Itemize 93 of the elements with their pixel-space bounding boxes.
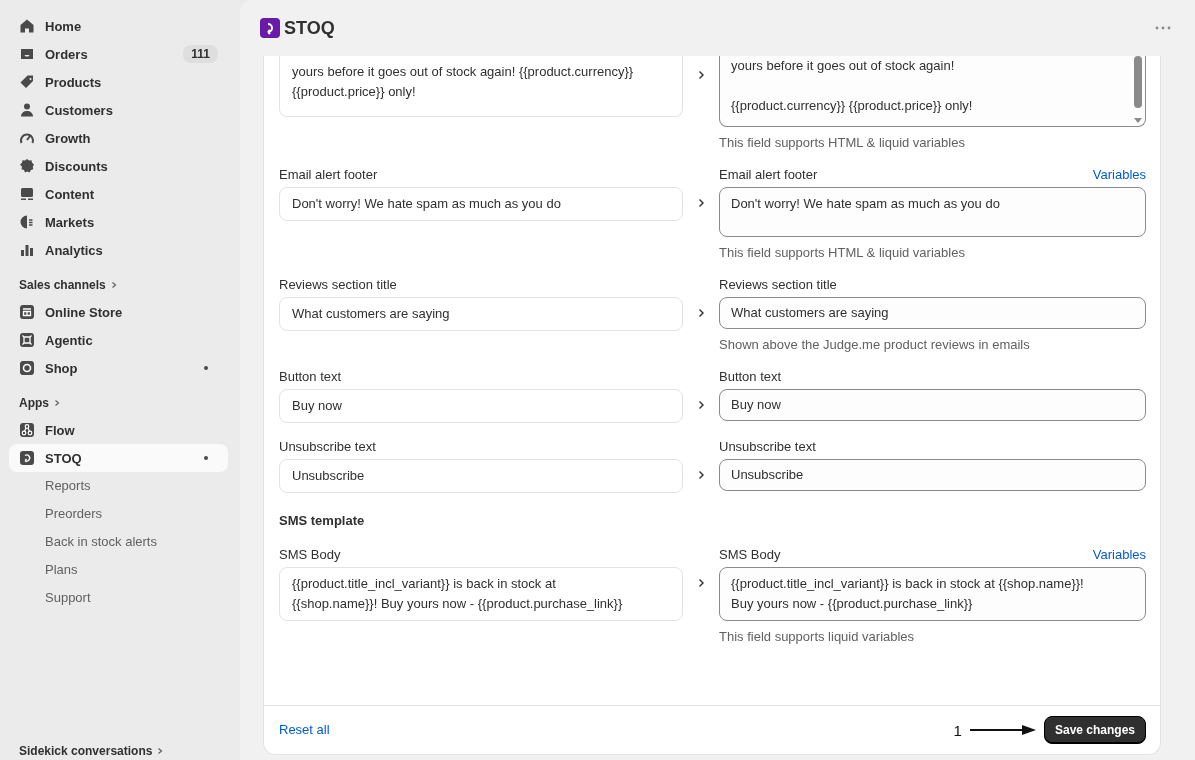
nav-item[interactable]: Growth xyxy=(9,124,228,152)
chevron-icon[interactable] xyxy=(696,400,706,410)
field-label: Email alert footer xyxy=(719,166,818,184)
app-title: STOQ xyxy=(284,17,336,39)
nav-item[interactable]: Home xyxy=(9,12,228,40)
globe-icon xyxy=(19,214,35,230)
sub-nav-item[interactable]: Plans xyxy=(9,556,228,584)
nav-item[interactable]: Analytics xyxy=(9,236,228,264)
field-label: SMS Body xyxy=(279,546,342,564)
nav-item[interactable]: Customers xyxy=(9,96,228,124)
help-text: This field supports liquid variables xyxy=(719,629,916,645)
scrollbar[interactable] xyxy=(1133,56,1143,124)
scroll-down-icon[interactable] xyxy=(1134,118,1142,124)
section-heading[interactable]: Apps xyxy=(9,382,228,416)
help-text: This field supports HTML & liquid variables xyxy=(719,135,966,151)
chevron-icon[interactable] xyxy=(696,578,706,588)
nav-label: Markets xyxy=(45,214,96,230)
field-label: Email alert footer xyxy=(279,166,379,184)
tag-icon xyxy=(19,74,35,90)
input-field[interactable]: Unsubscribe xyxy=(719,459,1146,491)
variables-link[interactable]: Variables xyxy=(1092,545,1146,567)
nav-item[interactable]: Content xyxy=(9,180,228,208)
image-icon xyxy=(19,186,35,202)
help-text: Shown above the Judge.me product reviews in emails xyxy=(719,337,1031,353)
nav-item[interactable]: Products xyxy=(9,68,228,96)
nav-label: Agentic xyxy=(45,332,94,348)
field-label: Unsubscribe text xyxy=(279,438,377,456)
input-field[interactable]: yours before it goes out of stock again! {{product.currency}} {{product.price}} only! xyxy=(719,56,1146,127)
input-field[interactable]: yours before it goes out of stock again! {{product.currency}} {{product.price}} only! xyxy=(279,56,683,117)
chevron-icon xyxy=(156,747,165,755)
field-label: Reviews section title xyxy=(719,276,837,294)
app-icon xyxy=(19,450,35,466)
input-field[interactable]: {{product.title_incl_variant}} is back in stock at {{shop.name}}! Buy yours now - {{product.purchase_link}} xyxy=(279,567,683,621)
flow-icon xyxy=(19,422,35,438)
input-field[interactable]: {{product.title_incl_variant}} is back in stock at {{shop.name}}! Buy yours now - {{product.purchase_link}} xyxy=(719,567,1146,621)
chevron-icon xyxy=(53,399,61,407)
chevron-icon[interactable] xyxy=(696,198,706,208)
section-heading[interactable]: Sidekick conversations xyxy=(9,744,228,760)
section-heading[interactable]: Sales channels xyxy=(9,264,228,298)
input-field[interactable]: What customers are saying xyxy=(719,297,1146,329)
nav-label: Products xyxy=(45,74,103,90)
chevron-icon xyxy=(109,281,118,289)
nav-item[interactable]: Online Store xyxy=(9,298,228,326)
section-title: SMS template xyxy=(279,512,366,530)
chevron-icon[interactable] xyxy=(696,70,706,80)
sub-nav-item[interactable]: Support xyxy=(9,584,228,612)
field-label: Unsubscribe text xyxy=(719,438,816,456)
nav-label: Customers xyxy=(45,102,114,118)
nav-label: Content xyxy=(45,186,96,202)
nav-item[interactable]: Flow xyxy=(9,416,228,444)
nav-label: Analytics xyxy=(45,242,104,258)
nav-label: Discounts xyxy=(45,158,109,174)
field-label: Button text xyxy=(279,368,343,386)
save-button[interactable]: Save changes xyxy=(1043,716,1146,744)
input-field[interactable]: Buy now xyxy=(279,389,683,423)
tray-icon xyxy=(19,46,35,62)
bar-chart-icon xyxy=(19,242,35,258)
reset-link[interactable]: Reset all xyxy=(279,720,330,740)
sub-nav-item[interactable]: Preorders xyxy=(9,500,228,528)
chevron-icon[interactable] xyxy=(696,470,706,480)
nav-item[interactable]: Markets xyxy=(9,208,228,236)
field-label: Reviews section title xyxy=(279,276,398,294)
person-icon xyxy=(19,102,35,118)
nav-item[interactable]: Shop xyxy=(9,354,228,382)
chevron-icon[interactable] xyxy=(696,308,706,318)
nav-label: Orders xyxy=(45,46,89,62)
nav-label: Flow xyxy=(45,422,76,438)
help-text: This field supports HTML & liquid variables xyxy=(719,245,966,261)
field-label: SMS Body xyxy=(719,546,781,564)
nav-item[interactable]: Orders 111 xyxy=(9,40,228,68)
variables-link[interactable]: Variables xyxy=(1092,165,1146,187)
input-field[interactable]: Unsubscribe xyxy=(279,459,683,493)
nav-label: Shop xyxy=(45,360,79,376)
nav-item[interactable]: Discounts xyxy=(9,152,228,180)
app-logo-icon xyxy=(260,18,280,38)
sub-nav-item[interactable]: Back in stock alerts xyxy=(9,528,228,556)
input-field[interactable]: Don't worry! We hate spam as much as you do xyxy=(719,187,1146,237)
input-field[interactable]: Buy now xyxy=(719,389,1146,421)
nav-label: Home xyxy=(45,18,83,34)
sub-nav-item[interactable]: Reports xyxy=(9,472,228,500)
input-field[interactable]: Don't worry! We hate spam as much as you do xyxy=(279,187,683,221)
nav-label: Growth xyxy=(45,130,92,146)
nav-label: STOQ xyxy=(45,450,83,466)
annotation-arrow xyxy=(969,724,1036,736)
nav-label: Online Store xyxy=(45,304,124,320)
field-label: Button text xyxy=(719,368,782,386)
more-icon[interactable] xyxy=(1155,26,1171,30)
nav-item[interactable]: Agentic xyxy=(9,326,228,354)
house-icon xyxy=(19,18,35,34)
count-badge: 111 xyxy=(183,45,218,63)
annotation-number: 1 xyxy=(953,721,962,739)
nav-item[interactable]: STOQ xyxy=(9,444,228,472)
input-field[interactable]: What customers are saying xyxy=(279,297,683,331)
